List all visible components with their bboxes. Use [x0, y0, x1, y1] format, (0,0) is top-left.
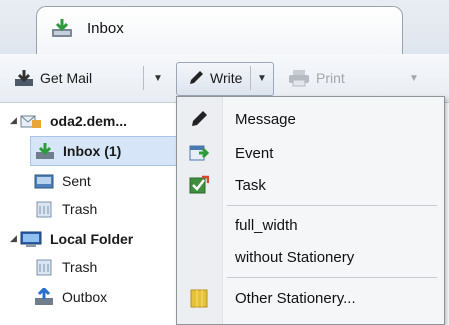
pencil-icon: [190, 71, 203, 84]
folder-label: Local Folder: [50, 231, 134, 247]
write-dropdown-icon[interactable]: ▼: [252, 66, 272, 90]
account-icon: [20, 115, 41, 128]
collapse-icon[interactable]: ◢: [10, 115, 17, 126]
menu-separator: [227, 277, 437, 278]
trash-icon: [36, 259, 52, 276]
account-folder[interactable]: oda2.dem...: [20, 107, 127, 135]
write-button[interactable]: Write: [188, 66, 242, 90]
menu-item-event[interactable]: Event: [177, 138, 444, 168]
tab-label: Inbox: [87, 20, 124, 37]
toolbar-divider: [143, 66, 144, 90]
pencil-icon: [192, 111, 207, 126]
printer-icon: [289, 70, 309, 87]
folder-trash[interactable]: Trash: [34, 195, 97, 223]
folder-label: Outbox: [62, 289, 108, 305]
inbox-icon: [36, 143, 54, 159]
menu-separator: [227, 205, 437, 206]
event-icon: [189, 145, 209, 161]
folder-sent[interactable]: Sent: [34, 167, 91, 195]
folder-label: Inbox (1): [63, 143, 122, 159]
folder-local-folders[interactable]: Local Folder: [20, 225, 133, 253]
menu-item-message[interactable]: Message: [177, 104, 444, 134]
menu-item-label: Task: [235, 176, 266, 194]
tab-inbox[interactable]: Inbox: [36, 6, 403, 55]
task-icon: [189, 175, 209, 194]
print-dropdown-icon[interactable]: ▼: [404, 66, 424, 90]
local-folders-icon: [20, 231, 42, 247]
write-label: Write: [210, 70, 243, 86]
menu-item-label: Event: [235, 144, 274, 162]
write-menu: Message Event Task full_width without St…: [176, 96, 445, 325]
get-mail-button[interactable]: Get Mail: [14, 66, 92, 90]
folder-label: Sent: [62, 173, 91, 189]
sent-icon: [34, 174, 54, 189]
folder-label: oda2.dem...: [50, 113, 128, 129]
trash-icon: [36, 201, 52, 218]
menu-item-full-width[interactable]: full_width: [177, 210, 444, 240]
stationery-icon: [190, 289, 208, 308]
get-mail-icon: [15, 70, 33, 86]
menu-item-task[interactable]: Task: [177, 170, 444, 200]
menu-item-other-stationery[interactable]: Other Stationery...: [177, 283, 444, 313]
menu-item-label: full_width: [235, 216, 298, 234]
get-mail-dropdown-icon[interactable]: ▼: [148, 66, 168, 90]
menu-item-without-stationery[interactable]: without Stationery: [177, 242, 444, 272]
folder-pane: ◢ oda2.dem... Inbox (1) Sent Trash ◢ Loc…: [0, 103, 184, 323]
collapse-icon[interactable]: ◢: [10, 233, 17, 244]
folder-label: Trash: [62, 259, 98, 275]
outbox-icon: [35, 288, 53, 305]
folder-outbox[interactable]: Outbox: [34, 283, 107, 311]
get-mail-label: Get Mail: [40, 70, 93, 86]
print-button[interactable]: Print: [288, 66, 345, 90]
inbox-tray-icon: [52, 19, 72, 37]
menu-item-label: without Stationery: [235, 248, 355, 266]
write-divider: [250, 66, 251, 90]
menu-item-label: Message: [235, 110, 296, 128]
folder-inbox[interactable]: Inbox (1): [30, 136, 184, 166]
menu-item-label: Other Stationery...: [235, 289, 356, 307]
print-label: Print: [316, 70, 345, 86]
folder-label: Trash: [62, 201, 98, 217]
folder-trash[interactable]: Trash: [34, 253, 97, 281]
